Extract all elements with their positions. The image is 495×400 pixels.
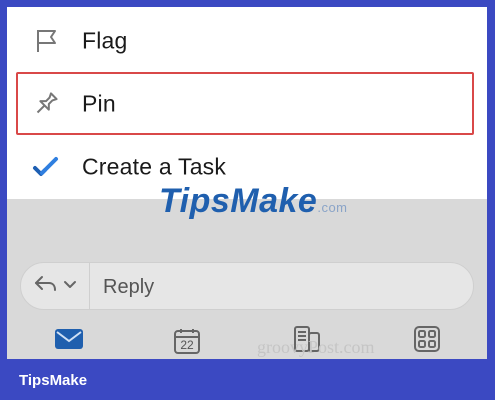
menu-item-flag[interactable]: Flag [7, 9, 487, 73]
flag-icon [31, 26, 61, 56]
calendar-date: 22 [180, 338, 194, 352]
reply-bar[interactable]: Reply [20, 262, 474, 310]
phone-screen: Flag Pin Create a Task TipsMake.com Repl… [7, 7, 487, 359]
pin-highlight-box [16, 72, 474, 135]
apps-grid-icon [413, 325, 441, 358]
watermark-text: TipsMake [159, 182, 318, 220]
menu-item-label: Create a Task [82, 153, 227, 180]
task-check-icon [31, 152, 61, 182]
watermark-suffix: .com [317, 200, 348, 215]
menu-item-label: Flag [82, 27, 128, 54]
reply-arrow-icon [33, 274, 59, 299]
tipsmake-watermark: TipsMake.com [159, 182, 348, 221]
chevron-down-icon [63, 277, 77, 295]
groovypost-credit: groovyPost.com [257, 337, 375, 357]
tab-apps[interactable] [411, 325, 443, 357]
reply-options-button[interactable] [21, 263, 90, 309]
reply-label: Reply [103, 276, 155, 298]
context-menu: Flag Pin Create a Task [7, 7, 487, 199]
tab-calendar[interactable]: 22 [171, 325, 203, 357]
mail-icon [54, 327, 84, 356]
tab-mail[interactable] [53, 325, 85, 357]
calendar-icon: 22 [173, 327, 201, 355]
footer-brand: TipsMake [19, 372, 88, 389]
